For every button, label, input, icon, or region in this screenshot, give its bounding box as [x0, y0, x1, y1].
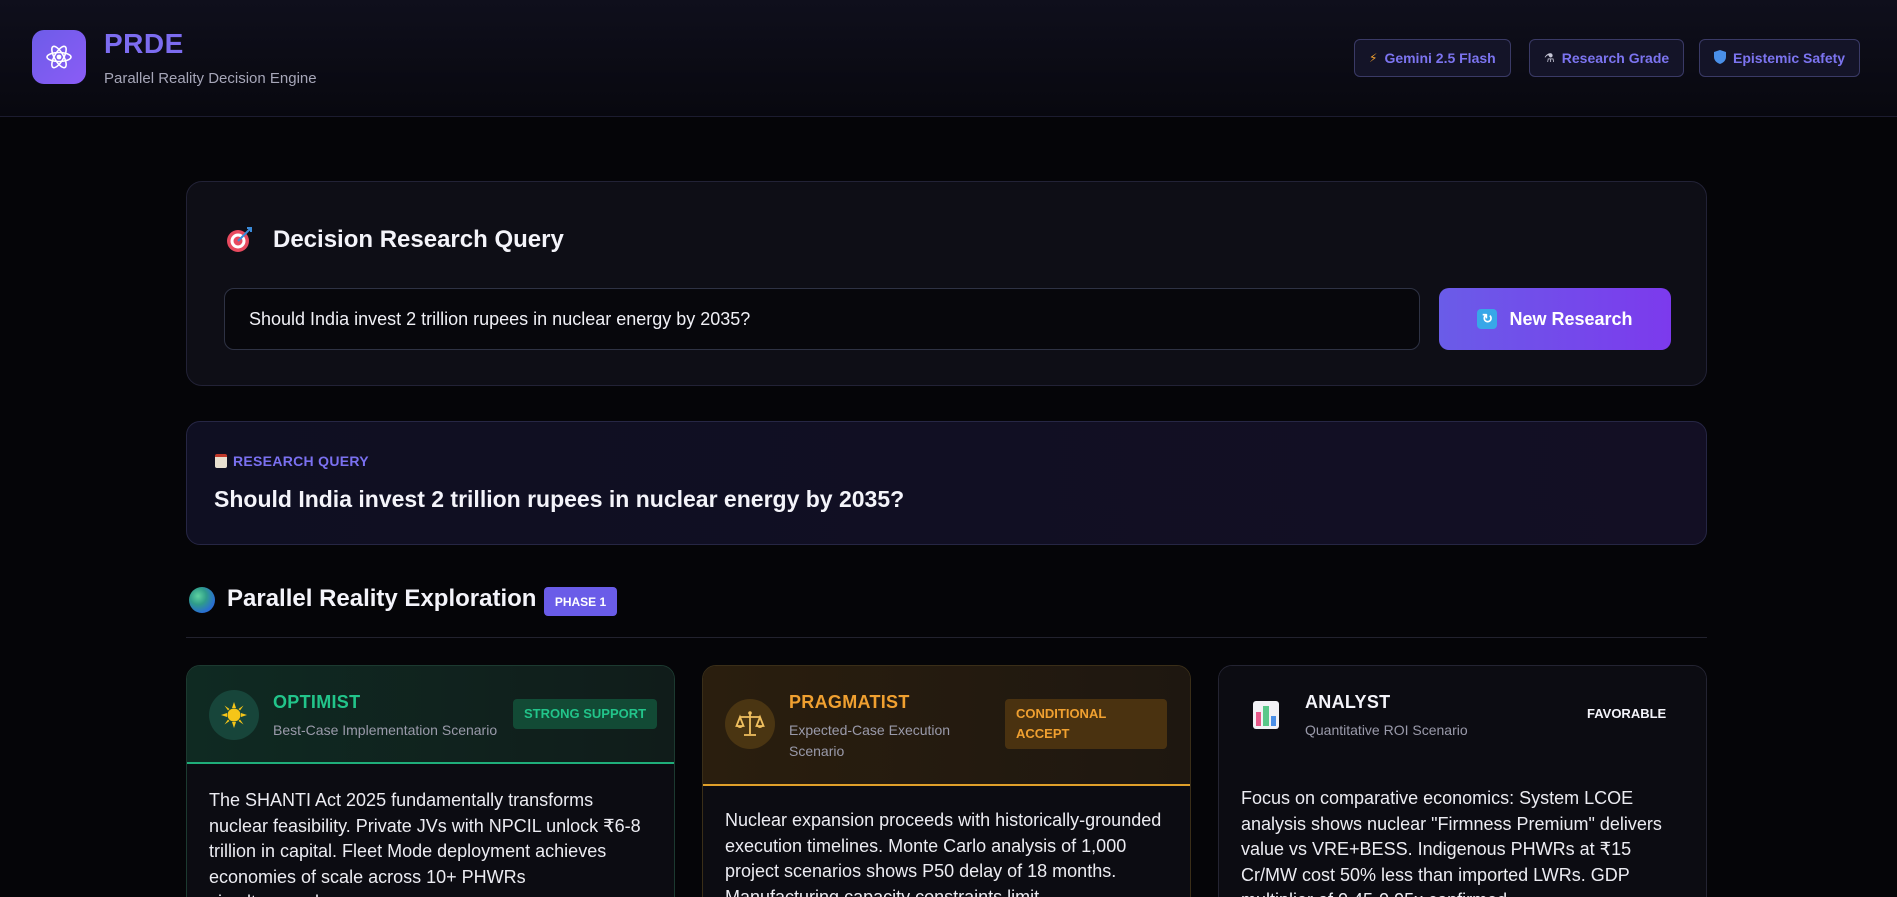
research-grade-badge[interactable]: ⚗ Research Grade [1529, 39, 1685, 77]
atom-logo-icon [32, 30, 86, 84]
app-subtitle: Parallel Reality Decision Engine [104, 70, 317, 87]
epistemic-safety-badge[interactable]: Epistemic Safety [1699, 39, 1861, 77]
target-icon [225, 226, 253, 254]
pragmatist-card[interactable]: PRAGMATIST Expected-Case Execution Scena… [702, 665, 1191, 897]
app-header: PRDE Parallel Reality Decision Engine ⚡ … [0, 0, 1897, 117]
optimist-card-title: OPTIMIST [273, 692, 361, 712]
scales-icon [725, 699, 775, 749]
optimist-card-header: OPTIMIST Best-Case Implementation Scenar… [187, 666, 674, 764]
analyst-card-title: ANALYST [1305, 692, 1391, 712]
new-research-button-label: New Research [1509, 308, 1633, 329]
pragmatist-card-header: PRAGMATIST Expected-Case Execution Scena… [703, 666, 1190, 786]
pragmatist-card-body: Nuclear expansion proceeds with historic… [725, 810, 1162, 897]
microscope-icon: ⚗ [1544, 51, 1555, 65]
optimist-card-body: The SHANTI Act 2025 fundamentally transf… [209, 790, 641, 897]
analyst-card-body: Focus on comparative economics: System L… [1241, 788, 1662, 897]
analyst-card-header: ANALYST Quantitative ROI Scenario FAVORA… [1219, 666, 1706, 764]
optimist-card-subtitle: Best-Case Implementation Scenario [273, 722, 498, 738]
model-badge-label: Gemini 2.5 Flash [1384, 50, 1496, 66]
analyst-card[interactable]: ANALYST Quantitative ROI Scenario FAVORA… [1218, 665, 1707, 897]
app-title: PRDE [104, 28, 184, 59]
query-input[interactable] [224, 288, 1420, 350]
pragmatist-verdict-badge: CONDITIONAL ACCEPT [1005, 699, 1167, 749]
pragmatist-card-title: PRAGMATIST [789, 692, 910, 712]
analyst-card-subtitle: Quantitative ROI Scenario [1305, 722, 1468, 738]
research-query-label: RESEARCH QUERY [215, 453, 369, 469]
lightning-icon: ⚡ [1369, 51, 1378, 65]
analyst-verdict-badge: FAVORABLE [1587, 706, 1667, 721]
optimist-card[interactable]: OPTIMIST Best-Case Implementation Scenar… [186, 665, 675, 897]
research-query-text: Should India invest 2 trillion rupees in… [214, 486, 905, 512]
query-panel: Decision Research Query ↻ New Research [186, 181, 1707, 386]
new-research-button[interactable]: ↻ New Research [1439, 288, 1671, 350]
shield-icon [1714, 49, 1726, 67]
section-divider [186, 637, 1707, 638]
bar-chart-icon [1241, 690, 1291, 740]
section-title: Parallel Reality Exploration [227, 585, 537, 612]
refresh-icon: ↻ [1477, 309, 1498, 329]
query-panel-title: Decision Research Query [273, 226, 564, 253]
research-query-panel: RESEARCH QUERY Should India invest 2 tri… [186, 421, 1707, 545]
epistemic-safety-badge-label: Epistemic Safety [1733, 50, 1846, 66]
globe-icon [189, 587, 215, 613]
pragmatist-card-subtitle: Expected-Case Execution Scenario [789, 722, 951, 759]
optimist-verdict-badge: STRONG SUPPORT [513, 699, 658, 729]
clipboard-icon [215, 454, 227, 468]
research-query-label-text: RESEARCH QUERY [233, 453, 369, 469]
research-grade-badge-label: Research Grade [1561, 50, 1670, 66]
sun-icon [209, 690, 259, 740]
model-badge[interactable]: ⚡ Gemini 2.5 Flash [1354, 39, 1511, 77]
phase-badge: PHASE 1 [544, 587, 617, 616]
